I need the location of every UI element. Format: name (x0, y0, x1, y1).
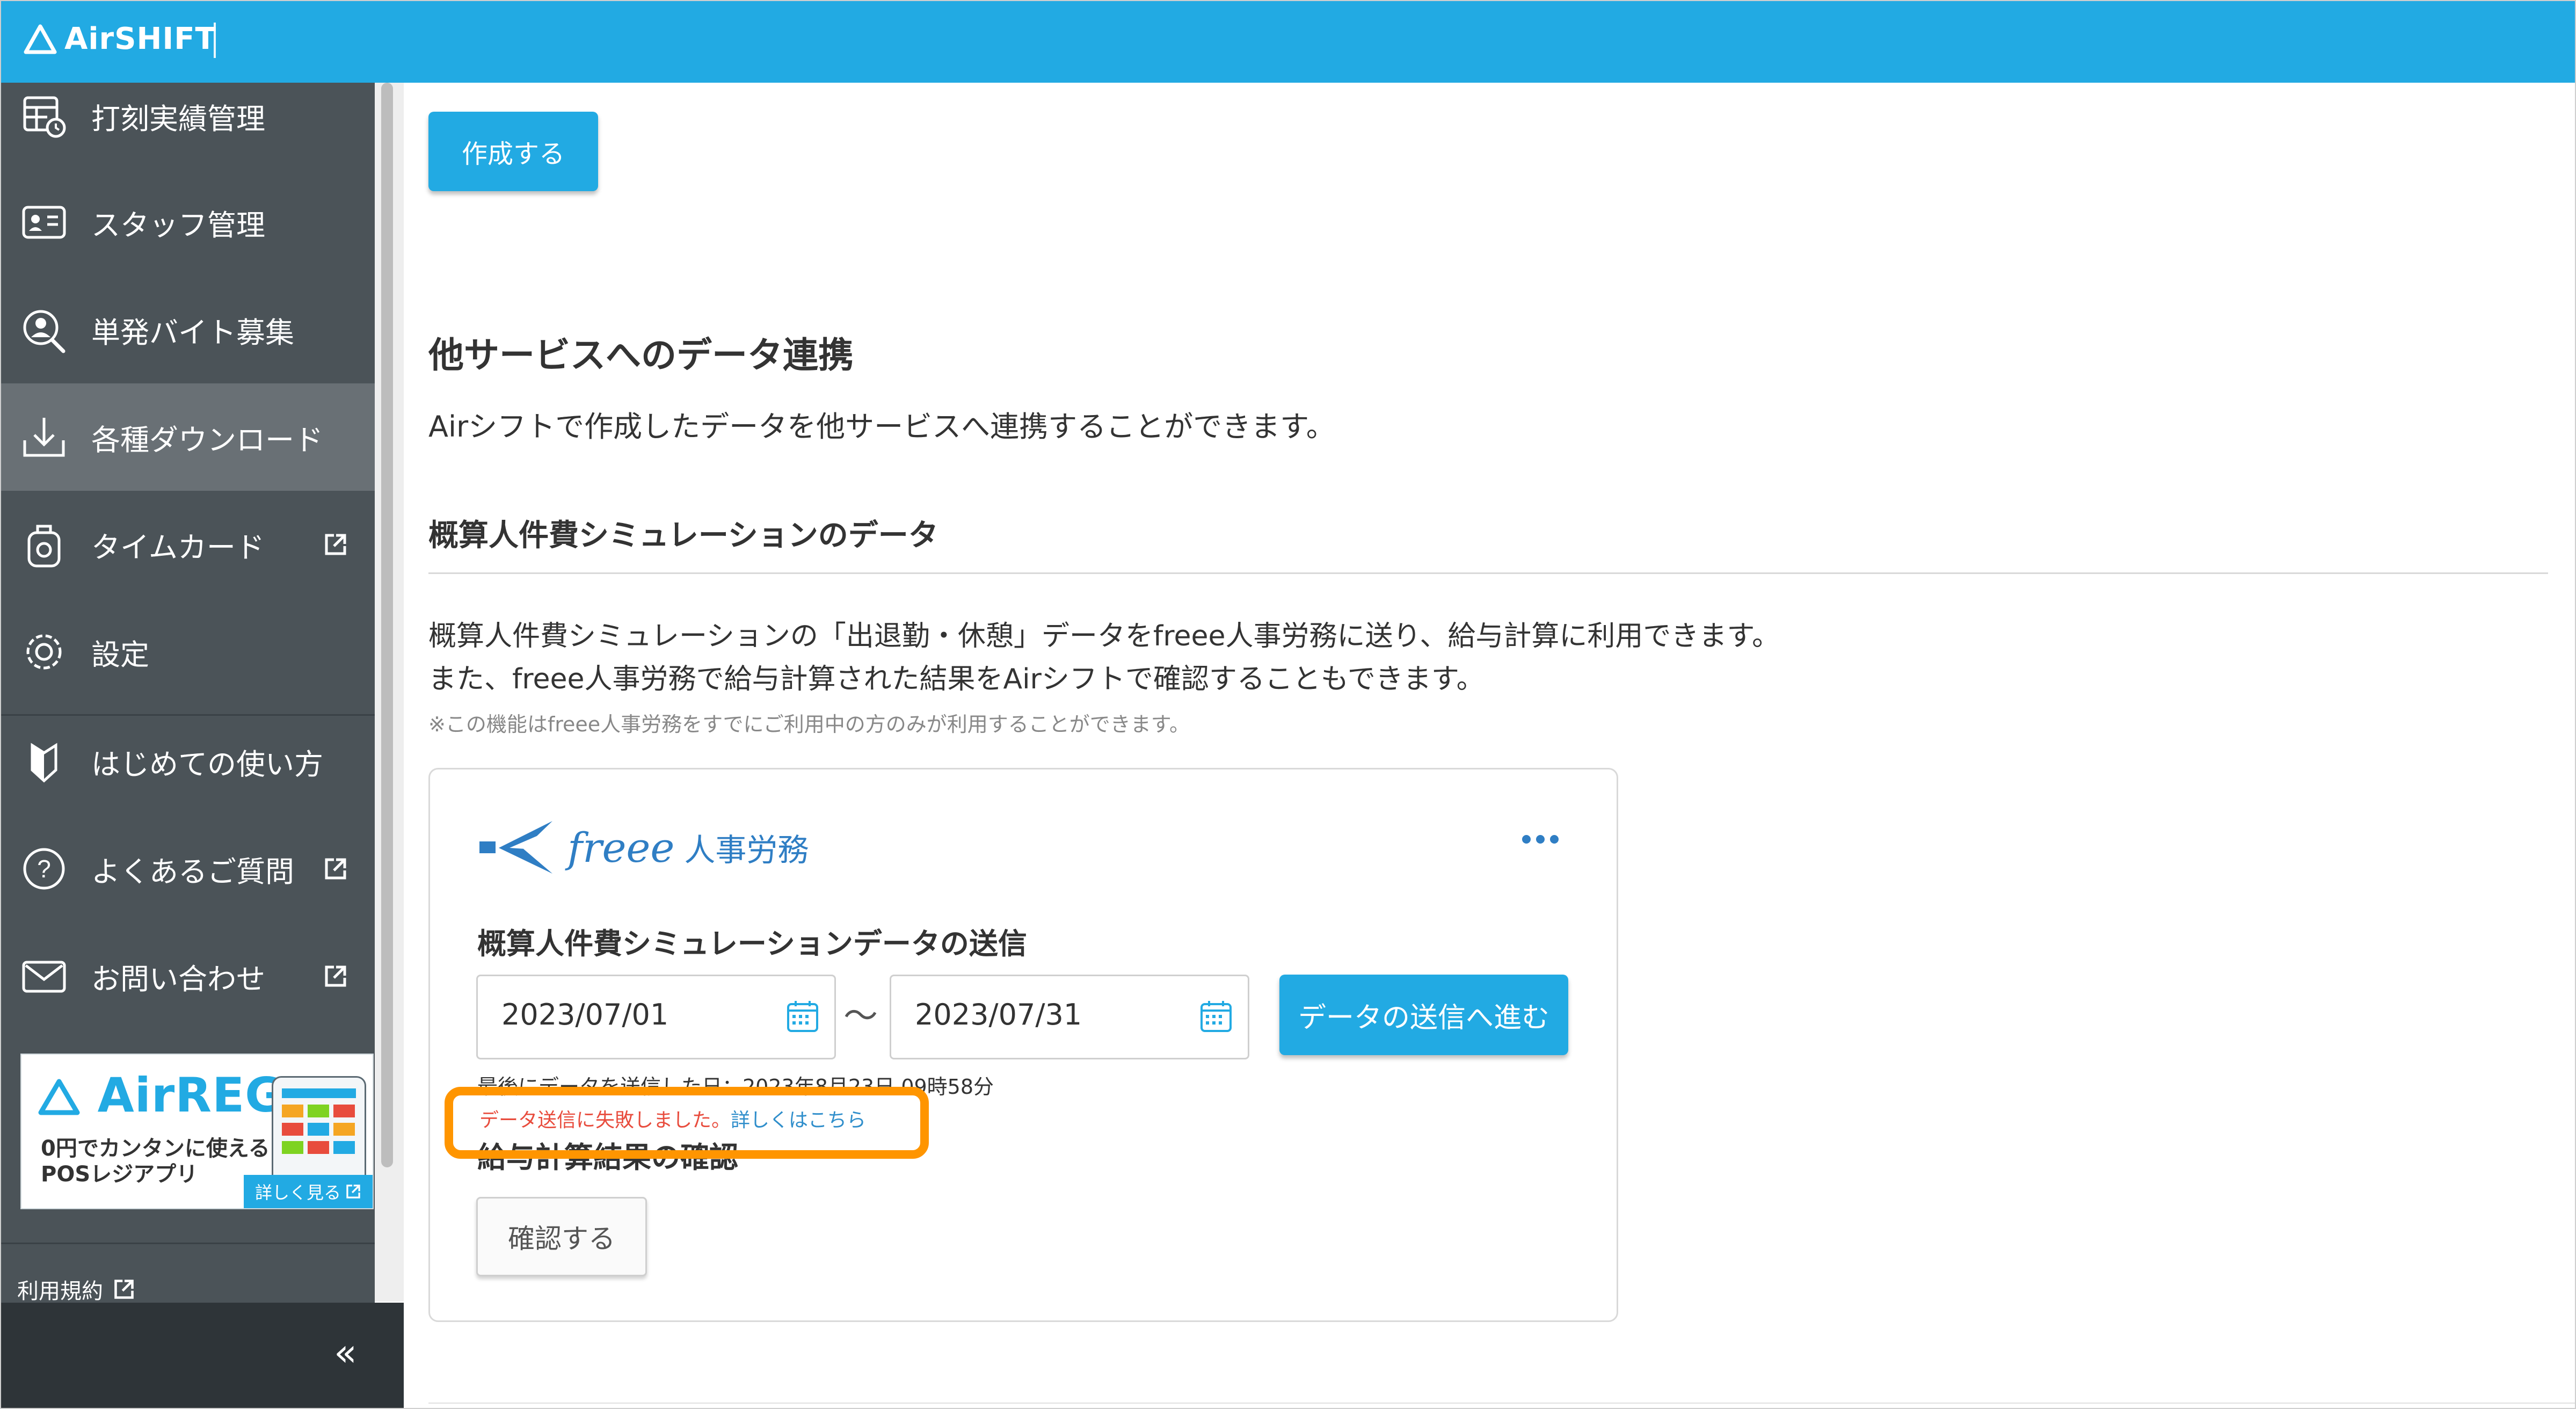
sidebar-item-label: 単発バイト募集 (91, 315, 294, 350)
download-icon (23, 418, 65, 457)
more-options-icon[interactable] (1522, 835, 1559, 844)
feature-description-line-1: 概算人件費シミュレーションの「出退勤・休憩」データをfreee人事労務に送り、給… (428, 620, 1780, 652)
sidebar-item-downloads[interactable]: 各種ダウンロード (1, 383, 375, 491)
gear-icon (26, 634, 62, 670)
start-date-value: 2023/07/01 (501, 998, 669, 1032)
external-link-icon (325, 965, 346, 987)
freee-integration-card: freee 人事労務 概算人件費シミュレーションデータの送信 2023/07/0… (428, 768, 1618, 1322)
sidebar-item-label: よくあるご質問 (91, 854, 294, 889)
terms-label: 利用規約 (17, 1279, 103, 1304)
sidebar-item-settings[interactable]: 設定 (1, 598, 375, 706)
freee-logo-word: freee (567, 823, 675, 871)
person-search-icon (23, 310, 66, 353)
staff-card-icon (22, 206, 66, 239)
freee-hr-logo: freee 人事労務 (477, 818, 809, 877)
send-data-title: 概算人件費シミュレーションデータの送信 (477, 927, 1027, 961)
beginner-icon (31, 743, 57, 783)
end-date-value: 2023/07/31 (915, 998, 1082, 1032)
sidebar-item-contact[interactable]: お問い合わせ (1, 923, 375, 1030)
calendar-icon[interactable] (1199, 1000, 1233, 1033)
date-range-separator: 〜 (843, 997, 878, 1036)
sidebar-item-recruit[interactable]: 単発バイト募集 (1, 276, 375, 383)
sidebar-item-staff[interactable]: スタッフ管理 (1, 169, 375, 276)
sidebar-item-label: スタッフ管理 (91, 208, 265, 242)
airregi-ad-banner[interactable]: AirREGI 0円でカンタンに使える POSレジアプリ 詳しく見る (20, 1054, 374, 1209)
sidebar-item-faq[interactable]: ? よくあるご質問 (1, 815, 375, 923)
external-link-icon (346, 1185, 360, 1199)
svg-text:?: ? (37, 855, 51, 883)
end-date-input[interactable]: 2023/07/31 (890, 975, 1249, 1059)
timesheet-icon (23, 96, 66, 138)
feature-description-line-2: また、freee人事労務で給与計算された結果をAirシフトで確認することもできま… (428, 663, 1485, 695)
sidebar-item-label: お問い合わせ (91, 962, 265, 996)
external-link-icon (325, 858, 346, 880)
app-logo[interactable]: AirSHIFT (24, 21, 216, 56)
start-date-input[interactable]: 2023/07/01 (476, 975, 836, 1059)
top-bar: AirSHIFT (1, 1, 2575, 83)
create-button[interactable]: 作成する (428, 112, 598, 191)
external-link-icon (114, 1280, 134, 1299)
sidebar-scrollbar-thumb[interactable] (381, 83, 393, 1167)
ad-details-label: 詳しく見る (254, 1182, 341, 1203)
question-icon: ? (23, 848, 65, 890)
airshift-logo-icon (24, 24, 57, 54)
subsection-title: 概算人件費シミュレーションのデータ (428, 518, 938, 553)
freee-logo-product: 人事労務 (684, 832, 809, 868)
app-window: AirSHIFT 打刻実績管理 スタッフ管理 単発バイト募集 各種ダウンロード … (0, 0, 2576, 1409)
sidebar-item-label: 打刻実績管理 (91, 101, 265, 136)
ad-line-2: POSレジアプリ (41, 1162, 198, 1187)
sidebar-item-timecard[interactable]: タイムカード (1, 491, 375, 598)
confirm-button[interactable]: 確認する (476, 1197, 647, 1276)
calendar-icon[interactable] (786, 1000, 819, 1033)
air-triangle-icon (38, 1079, 80, 1115)
terms-link[interactable]: 利用規約 (17, 1274, 135, 1305)
sidebar-item-label: タイムカード (91, 530, 265, 564)
section-title: 他サービスへのデータ連携 (428, 335, 854, 376)
freee-bird-icon (479, 821, 552, 874)
collapse-sidebar-button[interactable]: « (334, 1331, 357, 1375)
timecard-icon (27, 525, 61, 568)
section-divider (428, 572, 2548, 574)
bottom-divider (428, 1403, 2575, 1404)
section-description: Airシフトで作成したデータを他サービスへ連携することができます。 (428, 410, 1335, 444)
header-divider (214, 23, 216, 58)
sidebar-item-label: 設定 (91, 637, 149, 672)
proceed-send-button[interactable]: データの送信へ進む (1279, 975, 1568, 1055)
feature-note: ※この機能はfreee人事労務をすでにご利用中の方のみが利用することができます。 (428, 713, 1190, 736)
ad-details-button[interactable]: 詳しく見る (244, 1175, 373, 1208)
sidebar-item-label: はじめての使い方 (91, 747, 323, 781)
sidebar-item-label: 各種ダウンロード (91, 423, 323, 457)
error-highlight-outline (445, 1087, 929, 1159)
sidebar-item-getting-started[interactable]: はじめての使い方 (1, 708, 375, 815)
pos-app-screenshot (272, 1076, 366, 1190)
airregi-logo: AirREGI (38, 1067, 302, 1123)
app-name: AirSHIFT (64, 21, 216, 56)
external-link-icon (325, 534, 346, 555)
sidebar-divider (1, 1243, 375, 1244)
sidebar-item-timesheet[interactable]: 打刻実績管理 (1, 63, 375, 169)
mail-icon (22, 961, 66, 993)
